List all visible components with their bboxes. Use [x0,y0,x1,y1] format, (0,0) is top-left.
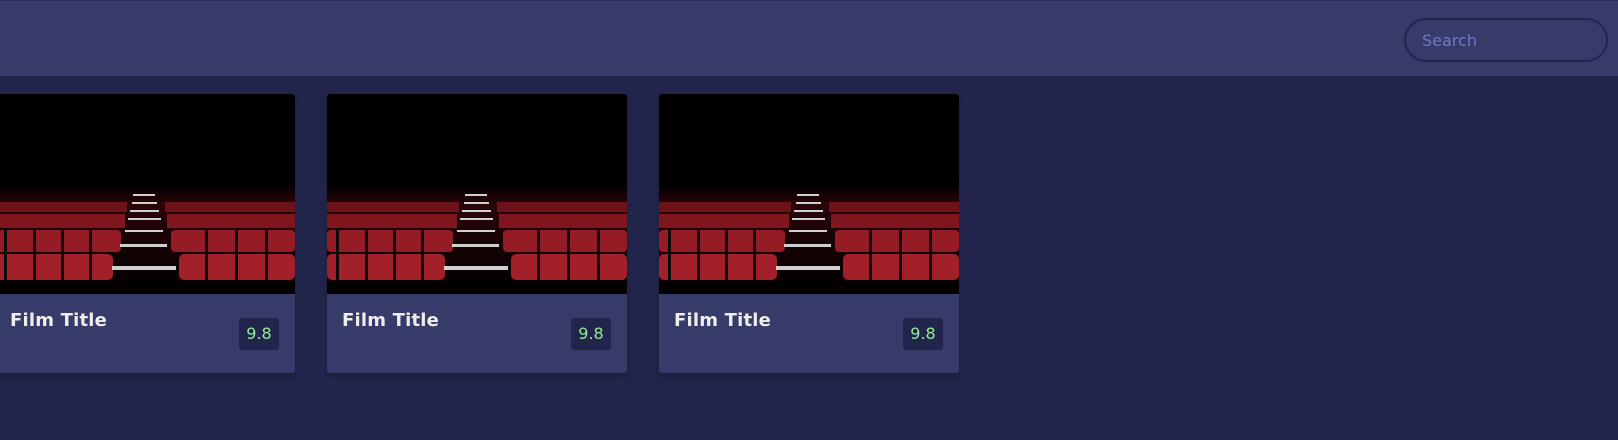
movie-poster [0,94,295,294]
movie-card[interactable]: Film Title 9.8 [659,94,959,373]
movie-grid: Film Title 9.8 Film Title 9.8 Film Title… [0,76,1618,440]
cinema-seats-image [0,94,295,294]
movie-info: Film Title 9.8 [659,294,959,373]
rating-badge: 9.8 [239,318,279,350]
rating-badge: 9.8 [903,318,943,350]
movie-title: Film Title [10,310,108,331]
search-input[interactable] [1404,18,1608,62]
movie-card[interactable]: Film Title 9.8 [327,94,627,373]
rating-badge: 9.8 [571,318,611,350]
movie-card[interactable]: Film Title 9.8 [0,94,295,373]
cinema-seats-image [327,94,627,294]
movie-title: Film Title [342,310,440,331]
cinema-seats-image [659,94,959,294]
movie-info: Film Title 9.8 [327,294,627,373]
movie-poster [327,94,627,294]
movie-title: Film Title [674,310,772,331]
site-header [0,0,1618,76]
movie-poster [659,94,959,294]
movie-info: Film Title 9.8 [0,294,295,373]
